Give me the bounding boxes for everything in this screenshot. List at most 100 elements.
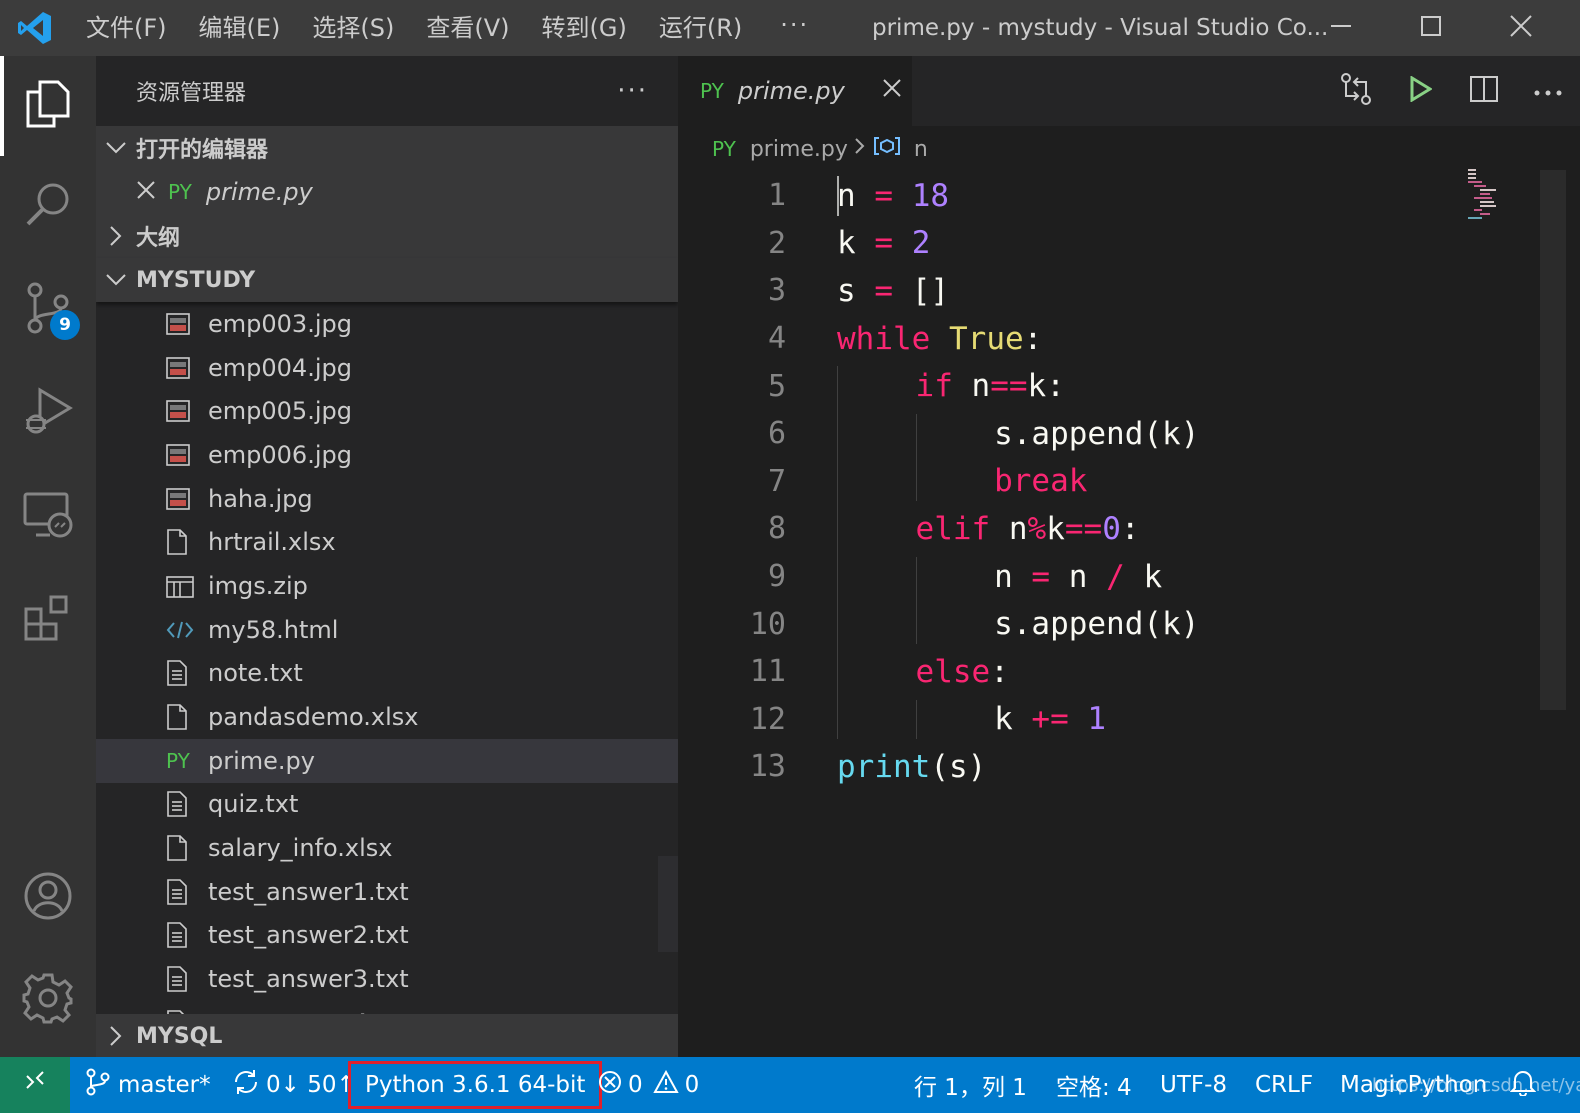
python-interpreter-selector[interactable]: Python 3.6.1 64-bit	[348, 1061, 603, 1109]
sidebar-more-actions-button[interactable]: ···	[617, 76, 648, 106]
file-item[interactable]: my58.html	[96, 608, 678, 652]
code-line[interactable]: 2k = 2	[678, 220, 1538, 268]
remote-explorer-button[interactable]	[0, 468, 96, 568]
file-item[interactable]: note.txt	[96, 652, 678, 696]
file-item[interactable]: emp003.jpg	[96, 302, 678, 346]
code-token: n	[1068, 558, 1088, 595]
remote-indicator-button[interactable]	[0, 1057, 70, 1113]
breadcrumb-file[interactable]: prime.py	[750, 137, 848, 162]
menu-go[interactable]: 转到(G)	[526, 0, 643, 56]
explorer-button[interactable]	[0, 56, 96, 156]
editor-scrollbar[interactable]	[1540, 170, 1566, 710]
close-editor-icon[interactable]	[136, 178, 168, 206]
code-line[interactable]: 12 k += 1	[678, 696, 1538, 744]
code-line[interactable]: 9 n = n / k	[678, 553, 1538, 601]
file-item[interactable]: test_answer4.txt	[96, 1001, 678, 1015]
more-actions-icon	[1533, 82, 1563, 101]
file-item[interactable]: emp004.jpg	[96, 346, 678, 390]
menu-run[interactable]: 运行(R)	[643, 0, 758, 56]
maximize-button[interactable]	[1386, 0, 1476, 56]
menu-more-button[interactable]: ···	[758, 0, 831, 56]
file-item[interactable]: PY prime.py	[96, 738, 678, 783]
line-number: 8	[767, 511, 786, 547]
menu-selection[interactable]: 选择(S)	[296, 0, 410, 56]
sync-status[interactable]: 0↓ 50↑	[232, 1057, 356, 1113]
code-token: s.append(k)	[994, 415, 1200, 452]
tab-bar: PY prime.py	[678, 56, 1580, 126]
open-editors-header[interactable]: 打开的编辑器	[96, 126, 678, 170]
cursor-position[interactable]: 行 1，列 1	[914, 1057, 1027, 1113]
file-item[interactable]: imgs.zip	[96, 564, 678, 608]
mysql-header[interactable]: MYSQL	[96, 1014, 678, 1057]
file-item[interactable]: emp006.jpg	[96, 433, 678, 477]
workspace-header[interactable]: MYSTUDY	[96, 258, 678, 302]
tab-prime-py[interactable]: PY prime.py	[678, 56, 912, 126]
source-control-button[interactable]	[0, 260, 96, 360]
compare-changes-button[interactable]	[1324, 56, 1388, 126]
code-text: if n==k:	[916, 368, 1065, 404]
branch-status[interactable]: master*	[86, 1057, 211, 1113]
file-item[interactable]: salary_info.xlsx	[96, 826, 678, 870]
indentation-status[interactable]: 空格: 4	[1056, 1057, 1132, 1113]
mysql-label: MYSQL	[136, 1023, 223, 1049]
code-line[interactable]: 7 break	[678, 458, 1538, 506]
code-token: %	[1027, 510, 1047, 547]
account-button[interactable]	[0, 848, 96, 948]
code-editor[interactable]: 1n = 18 2 k = 23s = [] 4 while True: 5 if n==k…	[678, 172, 1580, 1057]
code-line[interactable]: 13 print(s)	[678, 743, 1538, 791]
code-line[interactable]: 8 elif n%k==0:	[678, 505, 1538, 553]
code-token: k	[1143, 558, 1163, 595]
outline-header[interactable]: 大纲	[96, 214, 678, 258]
code-token: /	[1106, 558, 1125, 595]
chevron-down-icon	[96, 273, 136, 287]
split-editor-button[interactable]	[1452, 56, 1516, 126]
file-name: salary_info.xlsx	[208, 834, 393, 863]
menu-edit[interactable]: 编辑(E)	[183, 0, 297, 56]
code-line[interactable]: 11 else:	[678, 648, 1538, 696]
code-line[interactable]: 1 n = 18	[678, 172, 1538, 220]
file-item[interactable]: hrtrail.xlsx	[96, 520, 678, 564]
problems-status[interactable]: 0 0	[598, 1057, 699, 1113]
search-button[interactable]	[0, 156, 96, 256]
file-item[interactable]: test_answer1.txt	[96, 870, 678, 914]
file-item[interactable]: pandasdemo.xlsx	[96, 695, 678, 739]
file-item[interactable]: emp005.jpg	[96, 389, 678, 433]
image-icon	[166, 400, 208, 423]
explorer-icon	[24, 78, 72, 134]
menu-file[interactable]: 文件(F)	[70, 0, 183, 56]
file-name: my58.html	[208, 615, 339, 644]
breadcrumb-symbol[interactable]: n	[914, 137, 928, 162]
sidebar-scrollbar[interactable]	[658, 856, 678, 952]
code-line[interactable]: 4 while True:	[678, 315, 1538, 363]
python-icon: PY	[700, 79, 724, 103]
image-icon	[166, 313, 208, 335]
code-line[interactable]: 3 s = []	[678, 267, 1538, 315]
minimap[interactable]	[1466, 169, 1510, 225]
minimize-button[interactable]	[1296, 0, 1386, 56]
manage-button[interactable]	[0, 950, 96, 1050]
run-python-file-button[interactable]	[1388, 56, 1452, 126]
close-tab-icon[interactable]	[881, 76, 903, 106]
file-item[interactable]: quiz.txt	[96, 783, 678, 827]
menu-view[interactable]: 查看(V)	[410, 0, 525, 56]
more-actions-button[interactable]	[1516, 56, 1580, 126]
close-window-button[interactable]	[1476, 0, 1566, 56]
file-item[interactable]: haha.jpg	[96, 477, 678, 521]
code-line[interactable]: 10 s.append(k)	[678, 600, 1538, 648]
code-line[interactable]: 6 s.append(k)	[678, 410, 1538, 458]
file-item[interactable]: test_answer2.txt	[96, 914, 678, 958]
code-token: n	[837, 177, 856, 214]
code-line[interactable]: 5 if n==k:	[678, 362, 1538, 410]
file-item[interactable]: test_answer3.txt	[96, 957, 678, 1001]
extensions-button[interactable]	[0, 570, 96, 670]
code-token: ==	[990, 368, 1028, 405]
run-debug-button[interactable]	[0, 362, 96, 462]
line-number: 6	[767, 416, 786, 452]
code-token: print	[837, 748, 931, 785]
open-editor-item[interactable]: PY prime.py	[96, 170, 678, 214]
eol-status[interactable]: CRLF	[1255, 1057, 1313, 1113]
encoding-status[interactable]: UTF-8	[1160, 1057, 1227, 1113]
error-count: 0	[628, 1072, 643, 1098]
